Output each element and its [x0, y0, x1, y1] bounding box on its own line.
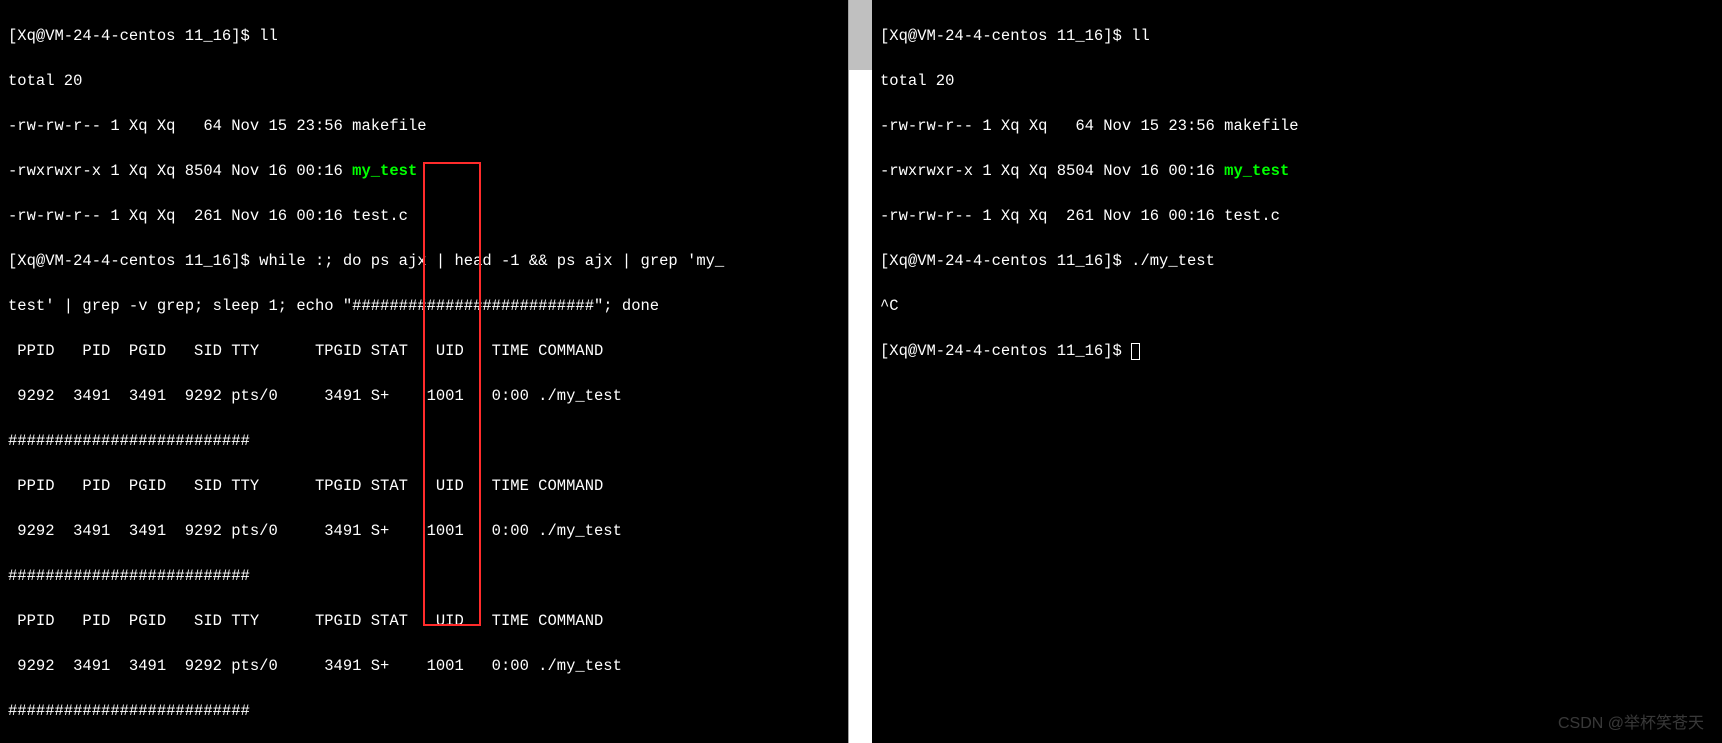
- prompt-line: [Xq@VM-24-4-centos 11_16]$ ./my_test: [880, 250, 1714, 273]
- separator-line: ##########################: [8, 700, 840, 723]
- executable-file: my_test: [1224, 162, 1289, 180]
- executable-file: my_test: [352, 162, 417, 180]
- cursor-icon: [1131, 343, 1140, 360]
- prompt-line: [Xq@VM-24-4-centos 11_16]$ ll: [8, 25, 840, 48]
- ps-header: PPID PID PGID SID TTY TPGID STAT UID TIM…: [8, 610, 840, 633]
- terminal-right-output: [Xq@VM-24-4-centos 11_16]$ ll total 20 -…: [872, 0, 1722, 409]
- watermark-text: CSDN @举杯笑苍天: [1558, 713, 1704, 736]
- output-line: -rw-rw-r-- 1 Xq Xq 64 Nov 15 23:56 makef…: [8, 115, 840, 138]
- separator-line: ##########################: [8, 565, 840, 588]
- output-line: -rw-rw-r-- 1 Xq Xq 261 Nov 16 00:16 test…: [880, 205, 1714, 228]
- prompt-line: [Xq@VM-24-4-centos 11_16]$: [880, 340, 1714, 363]
- pane-divider-scrollbar[interactable]: [849, 0, 872, 743]
- output-line: -rwxrwxr-x 1 Xq Xq 8504 Nov 16 00:16 my_…: [880, 160, 1714, 183]
- output-line: -rw-rw-r-- 1 Xq Xq 261 Nov 16 00:16 test…: [8, 205, 840, 228]
- ps-row: 9292 3491 3491 9292 pts/0 3491 S+ 1001 0…: [8, 385, 840, 408]
- ps-row: 9292 3491 3491 9292 pts/0 3491 S+ 1001 0…: [8, 655, 840, 678]
- ps-header: PPID PID PGID SID TTY TPGID STAT UID TIM…: [8, 340, 840, 363]
- ctrl-c: ^C: [880, 295, 1714, 318]
- terminal-left-pane[interactable]: [Xq@VM-24-4-centos 11_16]$ ll total 20 -…: [0, 0, 849, 743]
- terminal-right-pane[interactable]: [Xq@VM-24-4-centos 11_16]$ ll total 20 -…: [872, 0, 1722, 743]
- terminal-left-output: [Xq@VM-24-4-centos 11_16]$ ll total 20 -…: [0, 0, 848, 743]
- ps-row: 9292 3491 3491 9292 pts/0 3491 S+ 1001 0…: [8, 520, 840, 543]
- ps-header: PPID PID PGID SID TTY TPGID STAT UID TIM…: [8, 475, 840, 498]
- output-line: -rwxrwxr-x 1 Xq Xq 8504 Nov 16 00:16 my_…: [8, 160, 840, 183]
- output-line: total 20: [880, 70, 1714, 93]
- prompt-line: [Xq@VM-24-4-centos 11_16]$ while :; do p…: [8, 250, 840, 273]
- prompt-line: [Xq@VM-24-4-centos 11_16]$ ll: [880, 25, 1714, 48]
- output-line: -rw-rw-r-- 1 Xq Xq 64 Nov 15 23:56 makef…: [880, 115, 1714, 138]
- separator-line: ##########################: [8, 430, 840, 453]
- output-line: total 20: [8, 70, 840, 93]
- output-line: test' | grep -v grep; sleep 1; echo "###…: [8, 295, 840, 318]
- scrollbar-thumb[interactable]: [849, 0, 872, 70]
